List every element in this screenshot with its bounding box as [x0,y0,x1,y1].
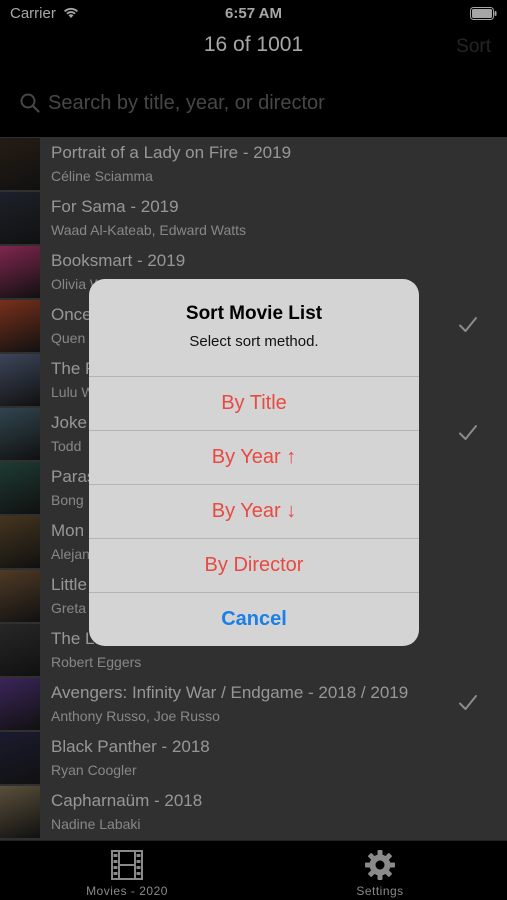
tab-movies[interactable]: Movies - 2020 [47,841,207,900]
sort-button[interactable]: Sort [456,36,491,58]
checkmark-icon [459,317,477,332]
movie-poster [0,516,40,568]
alert-title: Sort Movie List [185,303,323,324]
tab-bar: Movies - 2020 Settings [0,840,507,900]
checkmark-icon [459,695,477,710]
battery-icon [470,7,497,20]
sort-by-director-button[interactable]: By Director [89,538,419,592]
movie-director: Anthony Russo, Joe Russo [51,708,220,724]
movie-poster [0,786,40,838]
search-icon [20,93,40,113]
movie-director: Greta [51,600,87,616]
movie-poster [0,408,40,460]
movie-director: Waad Al-Kateab, Edward Watts [51,222,247,238]
movie-poster [0,570,40,622]
movie-poster [0,354,40,406]
movie-title: For Sama - 2019 [51,197,179,216]
status-bar: Carrier 6:57 AM [0,0,507,28]
movie-director: Todd [51,438,82,454]
movie-title: Portrait of a Lady on Fire - 2019 [51,143,292,162]
list-item[interactable]: Avengers: Infinity War / Endgame - 2018 … [0,677,507,731]
movie-title: Mon [51,521,85,540]
movie-title: The L [51,629,95,648]
movie-director: Quen [51,330,86,346]
checkmark-icon [459,425,477,440]
movie-director: Bong [51,492,84,508]
movie-poster [0,300,40,352]
movie-poster [0,678,40,730]
movie-director: Céline Sciamma [51,168,153,184]
movie-director: Nadine Labaki [51,816,141,832]
movie-title: Capharnaüm - 2018 [51,791,203,810]
movie-poster [0,732,40,784]
tab-settings-label: Settings [356,884,404,898]
alert-message: Select sort method. [189,333,319,350]
movie-poster [0,462,40,514]
page-title: 16 of 1001 [203,33,304,56]
search-bar[interactable] [16,84,491,122]
movie-director: Alejan [51,546,90,562]
list-item[interactable]: For Sama - 2019 Waad Al-Kateab, Edward Wa… [0,191,507,245]
cancel-button[interactable]: Cancel [89,592,419,646]
list-item[interactable]: Black Panther - 2018 Ryan Coogler [0,731,507,785]
sort-by-title-button[interactable]: By Title [89,376,419,430]
movie-title: Avengers: Infinity War / Endgame - 2018 … [51,683,409,702]
status-time: 6:57 AM [225,5,282,22]
movie-title: Once [51,305,92,324]
movie-director: Robert Eggers [51,654,142,670]
film-icon [111,850,143,880]
movie-poster [0,192,40,244]
movie-title: Booksmart - 2019 [51,251,186,270]
movie-poster [0,138,40,190]
movie-title: Little [51,575,87,594]
movie-poster [0,246,40,298]
search-input[interactable] [48,89,488,117]
movie-title: Joke [51,413,87,432]
gear-icon [365,850,395,880]
list-item[interactable]: Capharnaüm - 2018 Nadine Labaki [0,785,507,839]
tab-movies-label: Movies - 2020 [86,884,168,898]
sort-by-year-descending-button[interactable]: By Year ↓ [89,484,419,538]
tab-settings[interactable]: Settings [300,841,460,900]
list-item[interactable]: Portrait of a Lady on Fire - 2019 Céline … [0,137,507,191]
movie-director: Ryan Coogler [51,762,137,778]
sort-alert: Sort Movie List Select sort method. By T… [89,279,419,646]
sort-by-year-ascending-button[interactable]: By Year ↑ [89,430,419,484]
movie-poster [0,624,40,676]
movie-title: Black Panther - 2018 [51,737,210,756]
